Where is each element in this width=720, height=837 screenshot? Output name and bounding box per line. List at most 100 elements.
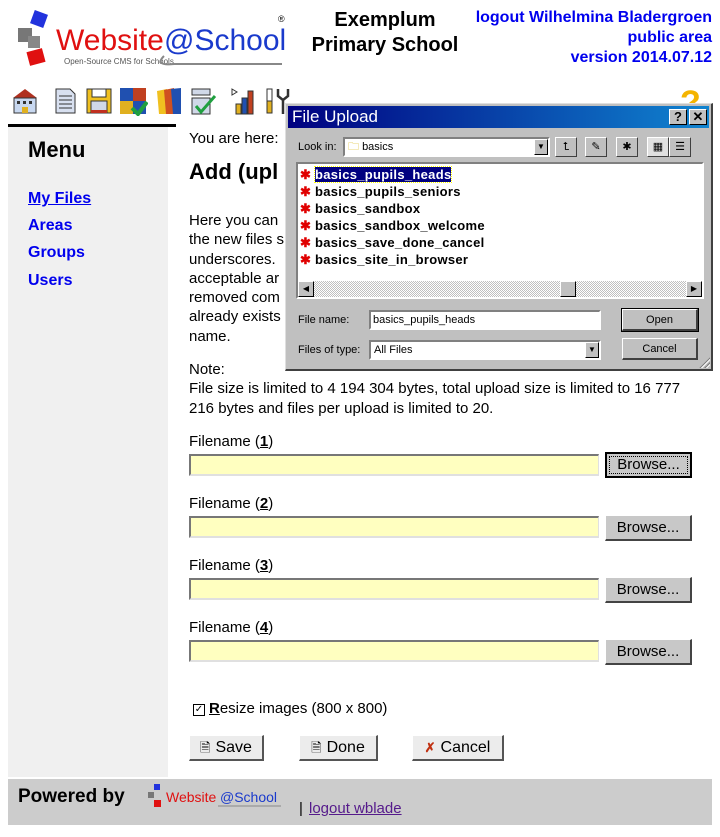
file-name: basics_site_in_browser <box>315 252 469 267</box>
dialog-help-button[interactable]: ? <box>669 109 687 125</box>
file-item[interactable]: ✱ basics_sandbox <box>300 201 420 217</box>
header-links: logout Wilhelmina Bladergroen public are… <box>476 8 712 68</box>
new-folder-button[interactable]: ✱ <box>616 137 638 157</box>
horizontal-scrollbar[interactable]: ◀ ▶ <box>298 281 702 297</box>
filename-input-1[interactable] <box>189 454 599 476</box>
filename-input-2[interactable] <box>189 516 599 538</box>
checklist-icon[interactable] <box>188 86 218 116</box>
sidebar-item-areas[interactable]: Areas <box>28 217 72 235</box>
powered-by-label: Powered by <box>18 786 125 807</box>
scroll-right-icon[interactable]: ▶ <box>686 281 702 297</box>
page-title: Add (upl <box>189 159 279 184</box>
modules-puzzle-icon[interactable] <box>118 86 148 116</box>
resize-images-option[interactable]: ✓ Resize images (800 x 800) <box>193 700 387 717</box>
filename-label-3: Filename (3) <box>189 557 274 574</box>
file-name-input[interactable]: basics_pupils_heads <box>369 310 601 330</box>
look-in-label: Look in: <box>298 141 337 153</box>
filename-index: 1 <box>259 433 269 450</box>
file-item[interactable]: ✱ basics_sandbox_welcome <box>300 218 485 234</box>
logout-link[interactable]: logout Wilhelmina Bladergroen <box>476 9 712 26</box>
filename-label-4: Filename (4) <box>189 619 274 636</box>
note-text: File size is limited to 4 194 304 bytes,… <box>189 380 681 417</box>
file-name-label: File name: <box>298 314 350 326</box>
look-in-select[interactable]: 🗀 basics ▼ <box>343 137 550 157</box>
school-name-line1: Exemplum <box>334 9 436 31</box>
page-icon[interactable] <box>50 86 80 116</box>
up-folder-button[interactable]: ⮤ <box>555 137 577 157</box>
scrollbar-thumb[interactable] <box>560 281 576 297</box>
file-upload-dialog: File Upload ? ✕ Look in: 🗀 basics ▼ ⮤ ✎ … <box>285 103 713 371</box>
up-folder-icon: ⮤ <box>562 141 570 153</box>
folder-icon: 🗀 <box>348 141 359 153</box>
file-item[interactable]: ✱ basics_save_done_cancel <box>300 235 485 251</box>
filename-input-3[interactable] <box>189 578 599 600</box>
note-label: Note: <box>189 361 225 378</box>
website-at-school-logo[interactable]: Website @School Open-Source CMS for Scho… <box>14 10 290 70</box>
filename-index: 3 <box>259 557 269 574</box>
menu-title: Menu <box>28 137 86 162</box>
browse-button-3[interactable]: Browse... <box>605 577 692 603</box>
file-item[interactable]: ✱ basics_pupils_seniors <box>300 184 461 200</box>
save-button[interactable]: 🗎 Save <box>189 735 264 761</box>
save-label: Save <box>215 738 252 756</box>
details-view-button[interactable]: ☰ <box>669 137 691 157</box>
list-view-button[interactable]: ▦ <box>647 137 669 157</box>
file-icon: ✱ <box>300 201 312 216</box>
filename-input-4[interactable] <box>189 640 599 662</box>
document-icon: 🗎 <box>200 739 211 755</box>
filename-label-text: Filename <box>189 495 251 512</box>
file-icon: ✱ <box>300 167 312 182</box>
website-at-school-footer-logo[interactable]: Website @School <box>146 782 286 814</box>
resize-accesskey: R <box>209 700 220 717</box>
document-icon: 🗎 <box>311 739 322 755</box>
sidebar-item-groups[interactable]: Groups <box>28 244 85 262</box>
file-name: basics_sandbox_welcome <box>315 218 485 233</box>
resize-images-checkbox[interactable]: ✓ <box>193 704 205 716</box>
svg-text:®: ® <box>278 14 285 24</box>
sidebar-item-users[interactable]: Users <box>28 272 72 290</box>
files-of-type-select[interactable]: All Files ▼ <box>369 340 601 360</box>
dropdown-arrow-icon[interactable]: ▼ <box>534 139 548 155</box>
version-link[interactable]: version 2014.07.12 <box>571 49 712 66</box>
file-icon: ✱ <box>300 235 312 250</box>
home-icon[interactable] <box>10 86 40 116</box>
cross-icon: ✗ <box>424 739 436 755</box>
breadcrumb: You are here: <box>189 130 279 147</box>
file-list[interactable]: ✱ basics_pupils_heads ✱ basics_pupils_seni… <box>296 162 704 299</box>
dialog-titlebar[interactable]: File Upload ? ✕ <box>288 106 709 128</box>
page-footer: Powered by Website @School | logout wbla… <box>8 779 712 825</box>
file-item[interactable]: ✱ basics_pupils_heads <box>300 166 453 183</box>
floppy-save-icon[interactable] <box>84 86 114 116</box>
done-label: Done <box>326 738 365 756</box>
resize-grip[interactable] <box>698 356 710 368</box>
users-faces-icon[interactable] <box>153 86 183 116</box>
filename-label-1: Filename (1) <box>189 433 274 450</box>
public-area-link[interactable]: public area <box>628 29 712 46</box>
browse-button-2[interactable]: Browse... <box>605 515 692 541</box>
desktop-button[interactable]: ✎ <box>585 137 607 157</box>
dialog-title: File Upload <box>292 107 378 126</box>
browse-button-4[interactable]: Browse... <box>605 639 692 665</box>
file-name: basics_pupils_seniors <box>315 184 461 199</box>
dialog-close-button[interactable]: ✕ <box>689 109 707 125</box>
scroll-left-icon[interactable]: ◀ <box>298 281 314 297</box>
dialog-cancel-button[interactable]: Cancel <box>622 338 698 360</box>
dialog-open-button[interactable]: Open <box>621 308 699 332</box>
cancel-label: Cancel <box>440 738 491 756</box>
svg-text:@School: @School <box>164 24 286 57</box>
sidebar-item-my-files[interactable]: My Files <box>28 190 91 208</box>
svg-text:Open-Source CMS for Schools: Open-Source CMS for Schools <box>64 57 174 66</box>
footer-logout-link[interactable]: logout wblade <box>309 800 402 817</box>
footer-separator: | <box>299 800 303 817</box>
browse-button-1[interactable]: Browse... <box>605 452 692 478</box>
sidebar-menu: Menu My Files Areas Groups Users <box>8 127 168 777</box>
dropdown-arrow-icon[interactable]: ▼ <box>585 342 599 358</box>
done-button[interactable]: 🗎 Done <box>299 735 378 761</box>
cancel-button[interactable]: ✗ Cancel <box>412 735 504 761</box>
file-name: basics_save_done_cancel <box>315 235 485 250</box>
page-header: Website @School Open-Source CMS for Scho… <box>0 0 720 80</box>
statistics-chart-icon[interactable] <box>228 86 258 116</box>
file-item[interactable]: ✱ basics_site_in_browser <box>300 252 468 268</box>
file-icon: ✱ <box>300 184 312 199</box>
svg-text:Website: Website <box>166 789 217 805</box>
